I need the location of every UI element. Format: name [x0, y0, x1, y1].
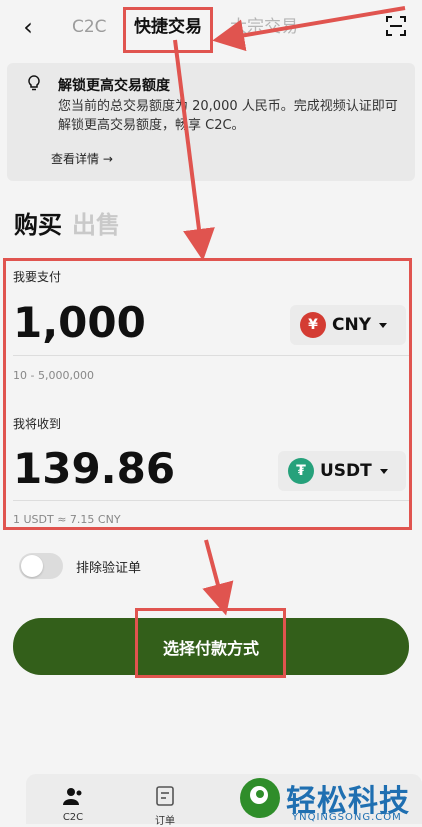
watermark-subtext: YNQINGSONG.COM: [292, 812, 402, 823]
lightbulb-icon: [28, 75, 40, 91]
buy-sell-tabs: 购买 出售: [14, 205, 120, 239]
banner-description: 您当前的总交易额度为 20,000 人民币。完成视频认证即可解锁更高交易额度，畅…: [58, 99, 398, 133]
watermark-dot: [256, 790, 264, 798]
toggle-knob: [21, 555, 43, 577]
nav-c2c[interactable]: C2C: [48, 786, 98, 823]
nav-c2c-label: C2C: [62, 812, 84, 823]
annotation-box-tab: [123, 7, 213, 53]
arrow-to-cta: [202, 539, 234, 616]
back-icon[interactable]: ‹: [18, 14, 38, 40]
watermark-logo: 轻松科技 YNQINGSONG.COM: [236, 776, 422, 824]
tab-buy[interactable]: 购买: [14, 211, 62, 239]
tab-c2c[interactable]: C2C: [72, 16, 107, 38]
annotation-box-cta: [135, 608, 286, 678]
tab-block-trade[interactable]: 大宗交易: [230, 16, 298, 38]
banner-title: 解锁更高交易额度: [58, 78, 170, 94]
tab-sell[interactable]: 出售: [72, 211, 120, 239]
nav-orders[interactable]: 订单: [140, 786, 190, 827]
orders-icon: [156, 786, 174, 806]
nav-orders-label: 订单: [155, 816, 175, 827]
exclude-verified-toggle[interactable]: [19, 553, 63, 579]
exclude-verified-label: 排除验证单: [76, 561, 142, 576]
users-icon: [63, 788, 82, 805]
scan-icon[interactable]: [386, 16, 406, 36]
view-details-link[interactable]: 查看详情 →: [51, 150, 113, 167]
upgrade-limit-banner: 解锁更高交易额度 您当前的总交易额度为 20,000 人民币。完成视频认证即可解…: [7, 63, 415, 181]
annotation-box-amounts: [3, 258, 412, 530]
